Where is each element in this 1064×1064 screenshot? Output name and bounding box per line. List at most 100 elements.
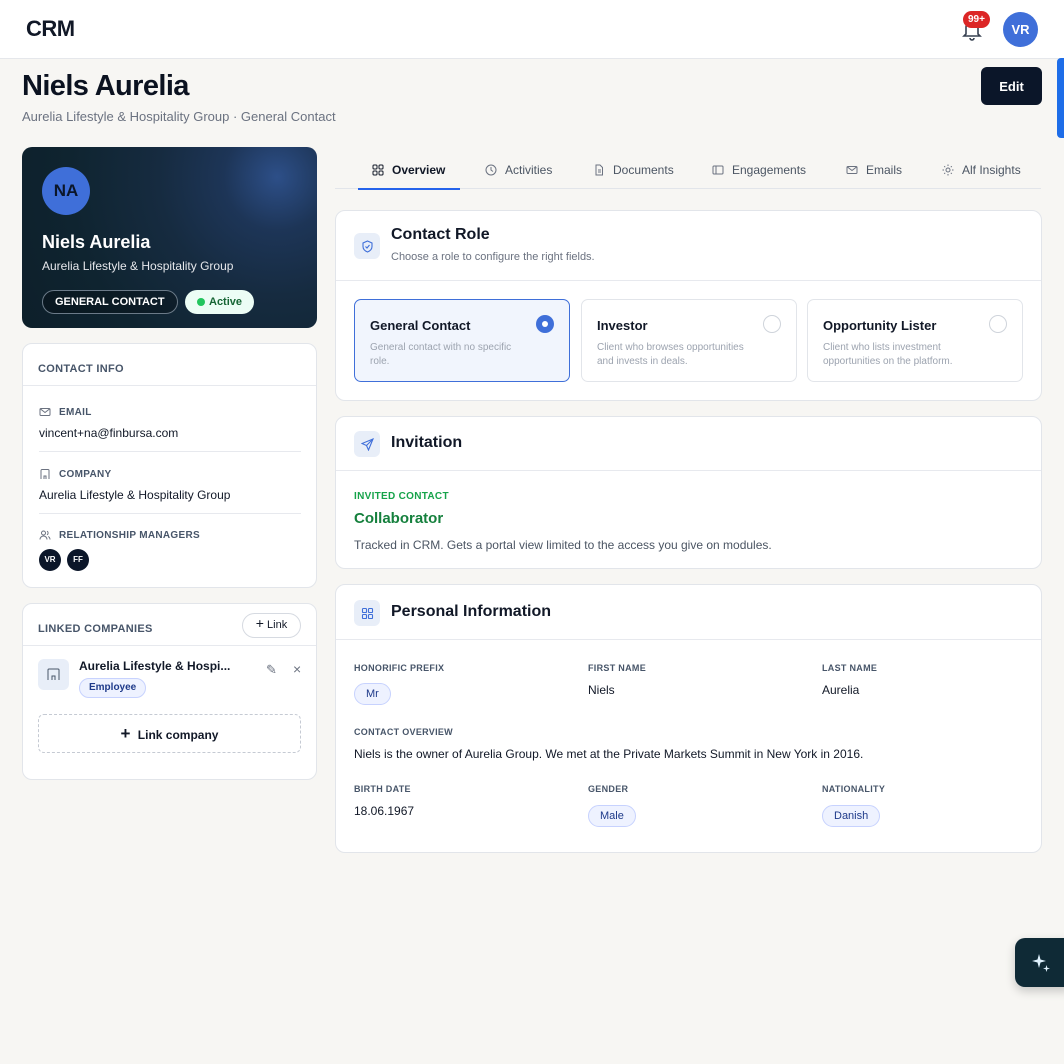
page-subtitle: Aurelia Lifestyle & Hospitality Group · … [22, 109, 336, 124]
linked-company-role-badge: Employee [79, 678, 147, 698]
role-option-opportunity-lister[interactable]: Opportunity Lister Client who lists inve… [807, 299, 1023, 382]
gender-label: GENDER [588, 784, 629, 794]
last-name-value: Aurelia [822, 683, 860, 697]
invitation-card: Invitation INVITED CONTACT Collaborator … [335, 416, 1042, 569]
clock-icon [485, 164, 497, 175]
email-label: EMAIL [59, 406, 92, 418]
user-avatar[interactable]: VR [1003, 12, 1038, 47]
building-icon [40, 469, 50, 479]
role-description: Client who browses opportunities and inv… [597, 342, 744, 367]
last-name-label: LAST NAME [822, 663, 878, 673]
tab-activities[interactable]: Activities [485, 150, 552, 189]
first-name-value: Niels [588, 683, 615, 697]
pencil-icon[interactable]: ✎ [266, 662, 277, 678]
company-value[interactable]: Aurelia Lifestyle & Hospitality Group [39, 488, 230, 502]
mail-icon [846, 165, 858, 174]
gender-value: Male [588, 805, 636, 827]
plus-icon: + [120, 724, 131, 743]
status-label: Active [209, 296, 243, 308]
divider [336, 470, 1041, 471]
grid-icon [372, 164, 384, 175]
email-field: EMAIL vincent+na@finbursa.com [39, 406, 178, 441]
profile-name: Niels Aurelia [42, 232, 151, 252]
tab-documents[interactable]: Documents [593, 150, 674, 189]
profile-avatar: NA [42, 167, 90, 215]
tab-label: Emails [866, 162, 903, 177]
tab-engagements[interactable]: Engagements [712, 150, 806, 189]
divider [336, 280, 1041, 281]
divider [39, 451, 301, 452]
tab-label: Overview [392, 162, 446, 177]
edit-button[interactable]: Edit [981, 67, 1042, 105]
ai-assistant-button[interactable] [1015, 938, 1064, 987]
users-icon [39, 530, 51, 540]
radio-selected[interactable] [536, 315, 554, 333]
email-value[interactable]: vincent+na@finbursa.com [39, 426, 178, 440]
linked-companies-card: LINKED COMPANIES + Link Aurelia Lifestyl… [22, 603, 317, 780]
contact-role-card: Contact Role Choose a role to configure … [335, 210, 1042, 401]
top-bar: CRM 99+ VR [0, 0, 1064, 59]
link-company-button[interactable]: + Link company [38, 714, 301, 753]
overview-value: Niels is the owner of Aurelia Group. We … [354, 747, 864, 761]
profile-company: Aurelia Lifestyle & Hospitality Group [42, 259, 234, 273]
link-button-label: Link [267, 619, 288, 631]
linked-company-name[interactable]: Aurelia Lifestyle & Hospi... [79, 659, 230, 673]
link-company-label: Link company [137, 728, 219, 742]
managers-label: RELATIONSHIP MANAGERS [59, 529, 200, 541]
contact-info-card: CONTACT INFO EMAIL vincent+na@finbursa.c… [22, 343, 317, 588]
radio-unselected[interactable] [989, 315, 1007, 333]
personal-info-card: Personal Information HONORIFIC PREFIX Mr… [335, 584, 1042, 853]
role-description: General contact with no specific role. [370, 342, 512, 367]
company-label: COMPANY [59, 468, 112, 480]
section-title: Invitation [391, 434, 463, 451]
scrollbar-thumb[interactable] [1057, 58, 1064, 138]
plus-icon: + [255, 615, 264, 631]
invited-role: Collaborator [354, 510, 444, 527]
linked-companies-title: LINKED COMPANIES [38, 623, 153, 635]
role-option-investor[interactable]: Investor Client who browses opportunitie… [581, 299, 797, 382]
manager-avatar[interactable]: FF [67, 549, 89, 571]
send-icon [354, 431, 380, 457]
tab-bar: Overview Activities Documents Engagement… [335, 150, 1041, 190]
status-dot-icon [197, 298, 205, 306]
honorific-label: HONORIFIC PREFIX [354, 663, 445, 673]
profile-card: NA Niels Aurelia Aurelia Lifestyle & Hos… [22, 147, 317, 328]
contact-info-header: CONTACT INFO [23, 344, 316, 386]
invitation-description: Tracked in CRM. Gets a portal view limit… [354, 538, 772, 552]
invited-contact-label: INVITED CONTACT [354, 491, 449, 502]
tab-label: Alf Insights [962, 162, 1021, 177]
close-icon[interactable]: × [293, 661, 301, 677]
role-description: Client who lists investment opportunitie… [823, 342, 953, 367]
document-icon [595, 164, 603, 175]
mail-icon [39, 408, 51, 416]
notification-badge: 99+ [963, 11, 990, 28]
company-field: COMPANY Aurelia Lifestyle & Hospitality … [39, 468, 230, 503]
tab-label: Engagements [732, 162, 807, 177]
panel-icon [712, 165, 724, 174]
nationality-label: NATIONALITY [822, 784, 886, 794]
tab-overview[interactable]: Overview [357, 150, 461, 190]
contact-type-badge: GENERAL CONTACT [42, 290, 178, 314]
status-badge: Active [185, 290, 255, 314]
contact-info-title: CONTACT INFO [38, 363, 124, 375]
sun-icon [942, 164, 954, 175]
role-option-general-contact[interactable]: General Contact General contact with no … [354, 299, 570, 382]
managers-field: RELATIONSHIP MANAGERS [39, 529, 200, 541]
first-name-label: FIRST NAME [588, 663, 646, 673]
section-title: Personal Information [391, 603, 552, 620]
tab-alf-insights[interactable]: Alf Insights [942, 150, 1021, 189]
role-name: Investor [597, 318, 648, 333]
section-title: Contact Role [391, 226, 490, 243]
divider [39, 513, 301, 514]
manager-avatar[interactable]: VR [39, 549, 61, 571]
building-icon [38, 659, 69, 690]
brand-logo[interactable]: CRM [26, 16, 75, 42]
shield-icon [354, 233, 380, 259]
page-title: Niels Aurelia [22, 70, 189, 102]
link-button[interactable]: + Link [242, 613, 301, 638]
tab-emails[interactable]: Emails [846, 150, 902, 189]
birth-date-value: 18.06.1967 [354, 804, 415, 818]
radio-unselected[interactable] [763, 315, 781, 333]
section-description: Choose a role to configure the right fie… [391, 251, 595, 263]
overview-label: CONTACT OVERVIEW [354, 727, 453, 737]
